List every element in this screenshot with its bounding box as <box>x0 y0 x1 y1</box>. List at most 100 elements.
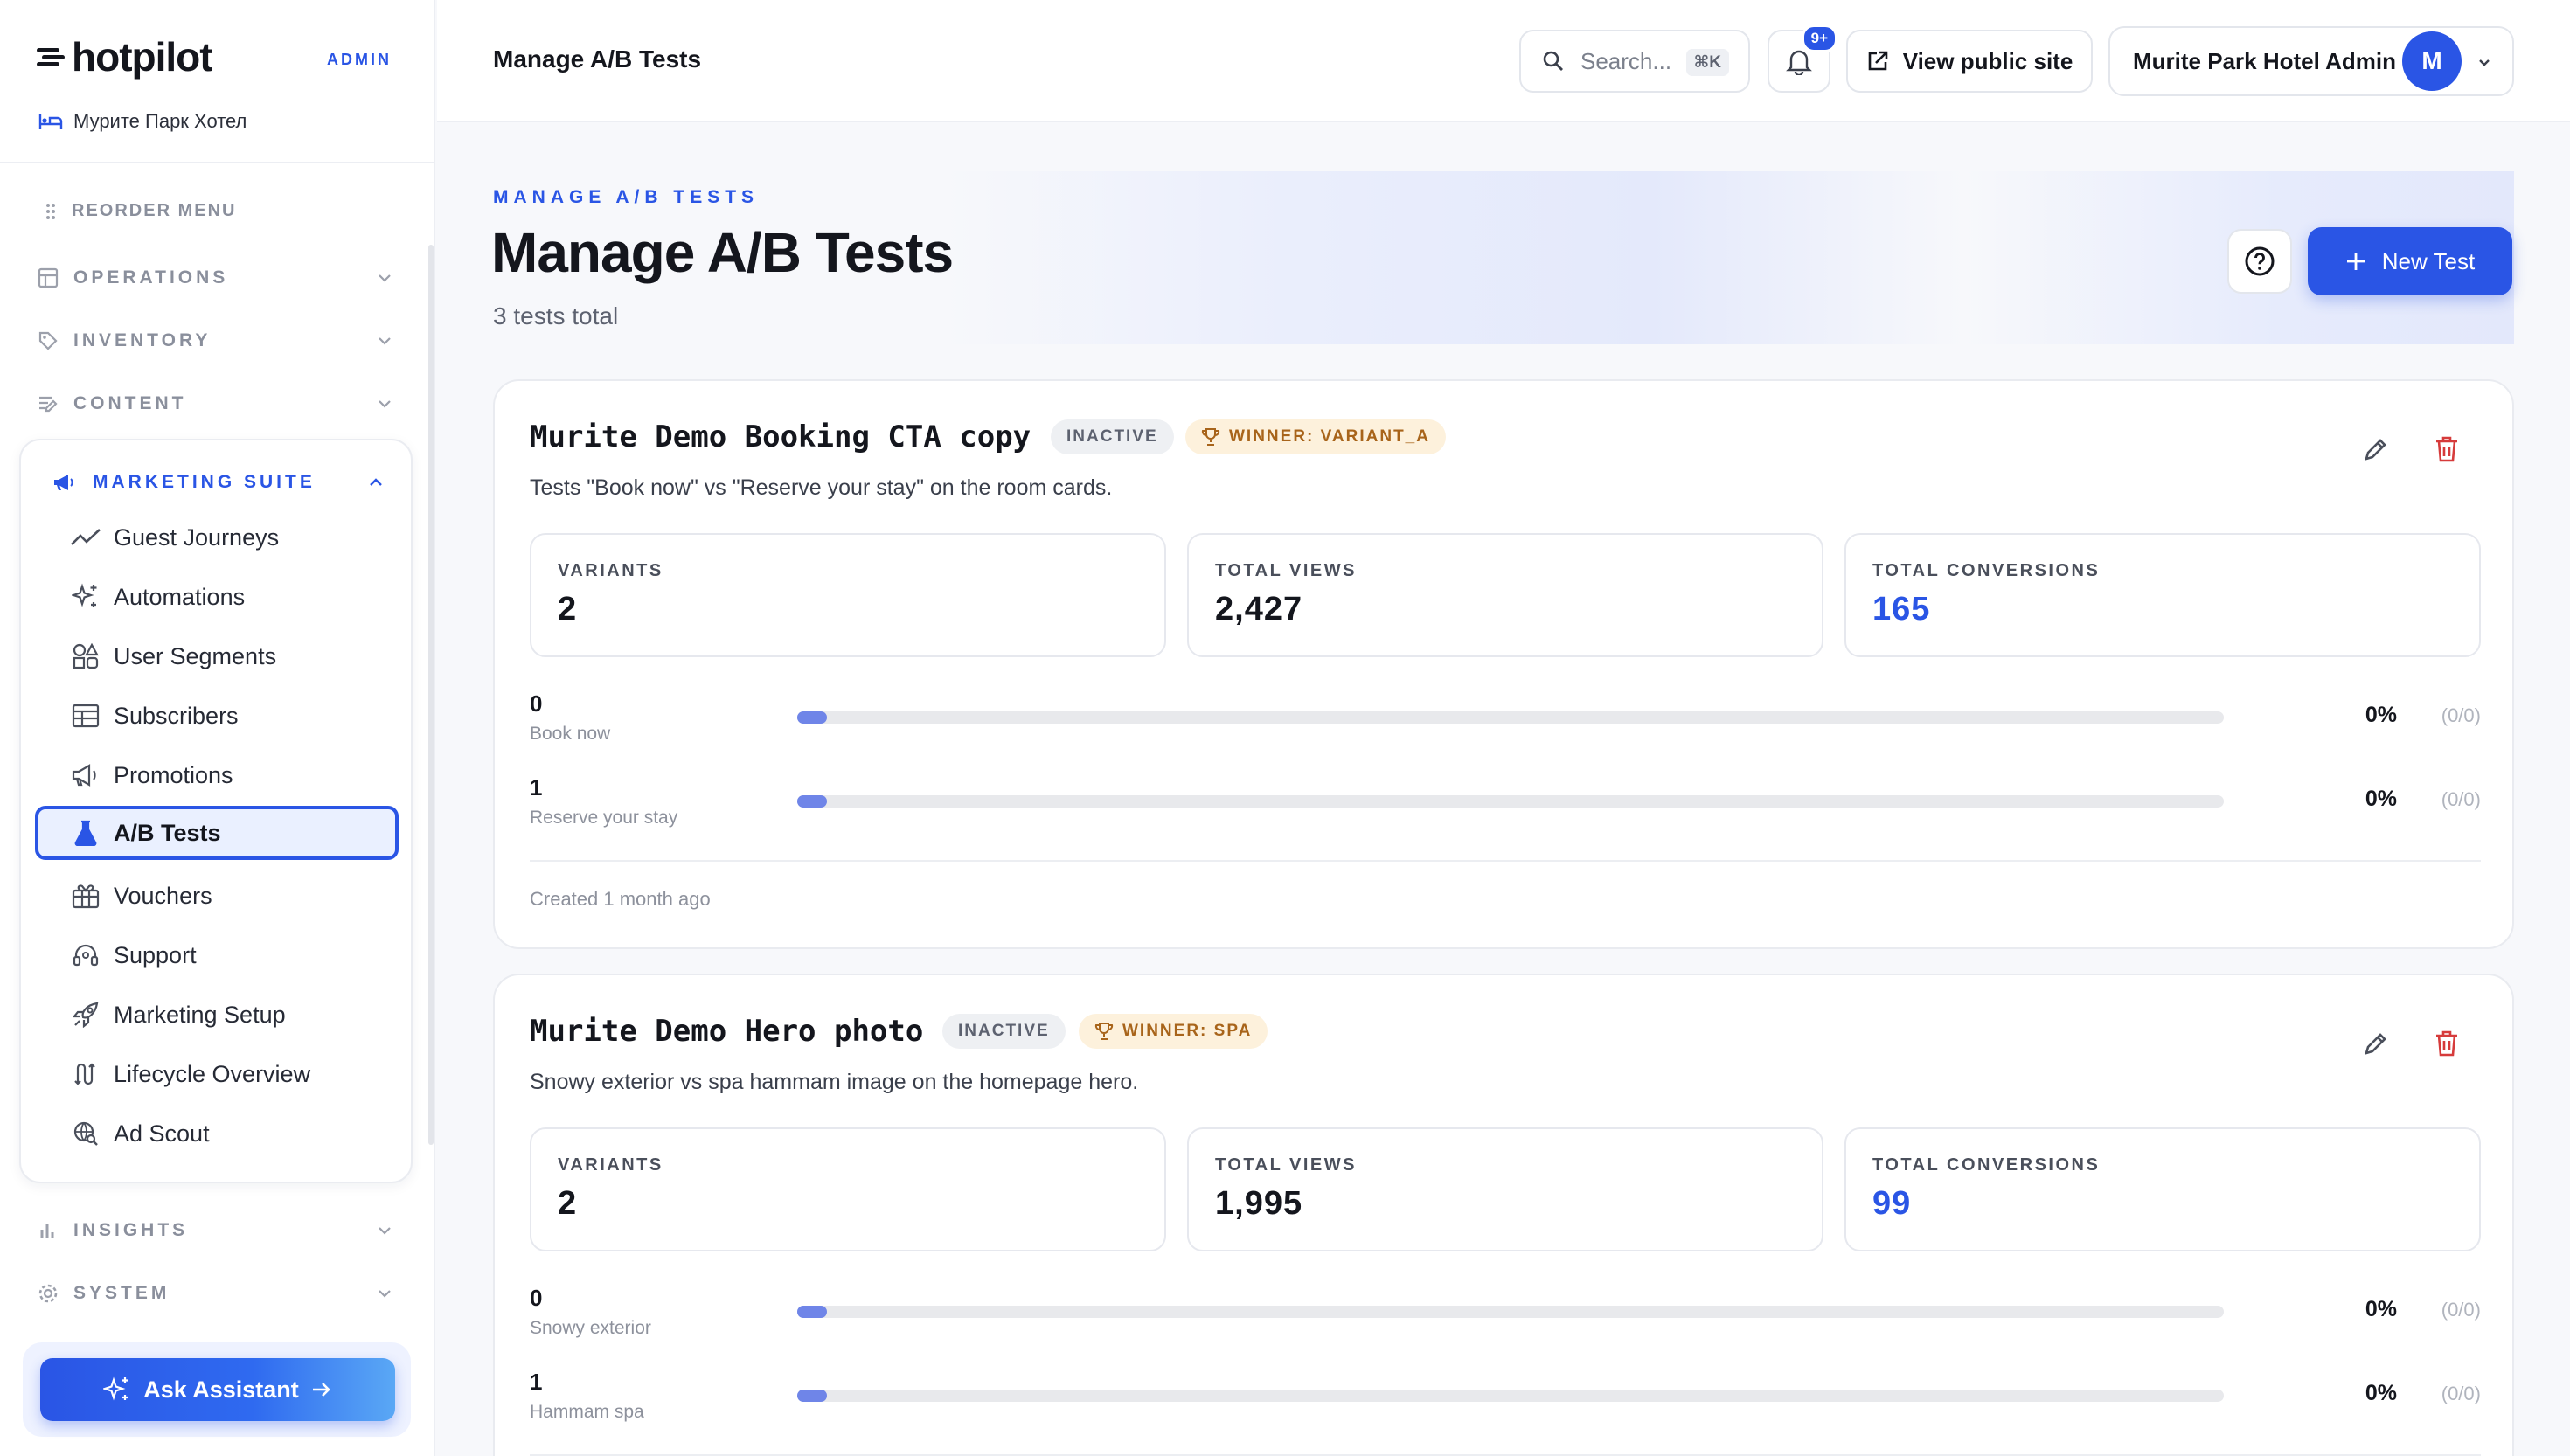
reorder-menu-button[interactable]: REORDER MENU <box>45 201 236 221</box>
section-system[interactable]: SYSTEM <box>37 1276 393 1311</box>
section-operations[interactable]: OPERATIONS <box>37 260 393 295</box>
section-content[interactable]: CONTENT <box>37 386 393 421</box>
sidebar: hotpilot ADMIN Мурите Парк Хотел REORDER… <box>0 0 435 1456</box>
sidebar-item-automations[interactable]: Automations <box>35 570 399 624</box>
loop-icon <box>68 1061 103 1087</box>
sidebar-item-label: A/B Tests <box>114 819 221 846</box>
hotel-selector[interactable]: Мурите Парк Хотел <box>38 110 247 133</box>
stat-value: 165 <box>1872 591 1931 627</box>
sidebar-scrollbar[interactable] <box>428 245 434 1145</box>
search-globe-icon <box>68 1120 103 1147</box>
content-edit-icon <box>37 393 59 414</box>
brand-logo[interactable]: hotpilot <box>37 33 213 80</box>
stat-value: 2 <box>558 1185 578 1222</box>
winner-label: WINNER: VARIANT_A <box>1229 427 1430 446</box>
variant-percentage: 0% <box>2365 1297 2397 1321</box>
logo-mark-icon <box>37 45 66 69</box>
test-card: Murite Demo Booking CTA copy INACTIVE WI… <box>493 379 2514 949</box>
sidebar-item-support[interactable]: Support <box>35 928 399 982</box>
status-badge: INACTIVE <box>942 1014 1066 1049</box>
sidebar-item-label: Promotions <box>114 761 233 788</box>
sidebar-item-user-segments[interactable]: User Segments <box>35 629 399 683</box>
view-public-site-label: View public site <box>1902 47 2073 74</box>
section-content-label: CONTENT <box>73 393 187 413</box>
section-inventory[interactable]: INVENTORY <box>37 323 393 358</box>
admin-tag: ADMIN <box>327 51 392 68</box>
help-icon <box>2245 246 2275 276</box>
edit-icon[interactable] <box>2362 435 2390 463</box>
sidebar-item-label: Vouchers <box>114 882 212 909</box>
section-insights[interactable]: INSIGHTS <box>37 1213 393 1248</box>
search-shortcut: ⌘K <box>1685 49 1729 76</box>
variant-progress-fill <box>797 1306 827 1318</box>
arrow-right-icon <box>312 1383 330 1397</box>
sidebar-item-marketing-setup[interactable]: Marketing Setup <box>35 988 399 1042</box>
sidebar-item-vouchers[interactable]: Vouchers <box>35 869 399 923</box>
assistant-panel: Ask Assistant <box>23 1342 411 1437</box>
stat-label: TOTAL CONVERSIONS <box>1872 1155 2101 1175</box>
user-menu-button[interactable]: Murite Park Hotel Admin M <box>2108 26 2514 96</box>
new-test-button[interactable]: New Test <box>2308 227 2512 295</box>
test-description: Snowy exterior vs spa hammam image on th… <box>530 1070 1139 1094</box>
section-operations-label: OPERATIONS <box>73 267 229 288</box>
stat-value: 2,427 <box>1215 591 1303 627</box>
sidebar-item-guest-journeys[interactable]: Guest Journeys <box>35 510 399 565</box>
stat-value: 1,995 <box>1215 1185 1303 1222</box>
variant-progress-bar <box>797 711 2224 724</box>
sidebar-item-label: User Segments <box>114 642 277 669</box>
sidebar-item-ad-scout[interactable]: Ad Scout <box>35 1106 399 1161</box>
winner-label: WINNER: SPA <box>1122 1022 1253 1040</box>
test-name: Murite Demo Booking CTA copy <box>530 419 1031 454</box>
page-subtitle: 3 tests total <box>493 302 619 329</box>
ask-assistant-button[interactable]: Ask Assistant <box>40 1358 395 1421</box>
sidebar-item-label: Lifecycle Overview <box>114 1060 311 1087</box>
test-description: Tests "Book now" vs "Reserve your stay" … <box>530 475 1113 500</box>
stat-label: VARIANTS <box>558 1155 663 1175</box>
stat-variants: VARIANTS 2 <box>530 1127 1166 1251</box>
table-icon <box>68 704 103 728</box>
variant-name: Hammam spa <box>530 1402 644 1422</box>
variant-progress-fill <box>797 795 827 808</box>
sidebar-item-promotions[interactable]: Promotions <box>35 748 399 802</box>
edit-icon[interactable] <box>2362 1030 2390 1057</box>
notifications-button[interactable]: 9+ <box>1768 24 1837 93</box>
variant-row: 1 Reserve your stay 0% (0/0) <box>530 774 2481 835</box>
page-title: Manage A/B Tests <box>491 221 954 284</box>
variant-index: 1 <box>530 1369 543 1395</box>
help-button[interactable] <box>2227 229 2292 294</box>
stat-total-views: TOTAL VIEWS 1,995 <box>1187 1127 1823 1251</box>
trend-icon <box>68 527 103 548</box>
stat-label: TOTAL VIEWS <box>1215 561 1357 580</box>
gear-icon <box>37 1283 59 1304</box>
sidebar-item-lifecycle-overview[interactable]: Lifecycle Overview <box>35 1047 399 1101</box>
search-input[interactable]: Search... ⌘K <box>1519 30 1750 93</box>
delete-icon[interactable] <box>2434 435 2460 463</box>
delete-icon[interactable] <box>2434 1030 2460 1057</box>
topbar: Manage A/B Tests Search... ⌘K 9+ View pu… <box>437 0 2570 122</box>
variant-ratio: (0/0) <box>2441 1299 2481 1321</box>
sidebar-item-label: Automations <box>114 583 246 610</box>
marketing-suite-group: MARKETING SUITE Guest Journeys Automatio… <box>19 439 413 1183</box>
view-public-site-button[interactable]: View public site <box>1846 30 2093 93</box>
avatar: M <box>2402 31 2462 91</box>
stat-total-conversions: TOTAL CONVERSIONS 99 <box>1844 1127 2481 1251</box>
stat-value: 99 <box>1872 1185 1912 1222</box>
tag-icon <box>37 330 59 351</box>
gift-icon <box>68 883 103 909</box>
sidebar-item-ab-tests[interactable]: A/B Tests <box>35 806 399 860</box>
variant-progress-bar <box>797 795 2224 808</box>
sidebar-item-subscribers[interactable]: Subscribers <box>35 689 399 743</box>
variant-index: 1 <box>530 774 543 801</box>
section-marketing-suite[interactable]: MARKETING SUITE <box>52 467 385 498</box>
bar-chart-icon <box>37 1221 59 1240</box>
search-icon <box>1543 51 1563 71</box>
variant-progress-bar <box>797 1306 2224 1318</box>
ask-assistant-label: Ask Assistant <box>143 1376 299 1403</box>
search-placeholder: Search... <box>1580 47 1672 74</box>
stat-label: TOTAL CONVERSIONS <box>1872 561 2101 580</box>
status-badge: INACTIVE <box>1051 419 1174 454</box>
drag-handle-icon <box>46 203 55 219</box>
chevron-down-icon <box>379 1227 391 1235</box>
reorder-label: REORDER MENU <box>72 201 237 220</box>
rocket-icon <box>68 1002 103 1028</box>
